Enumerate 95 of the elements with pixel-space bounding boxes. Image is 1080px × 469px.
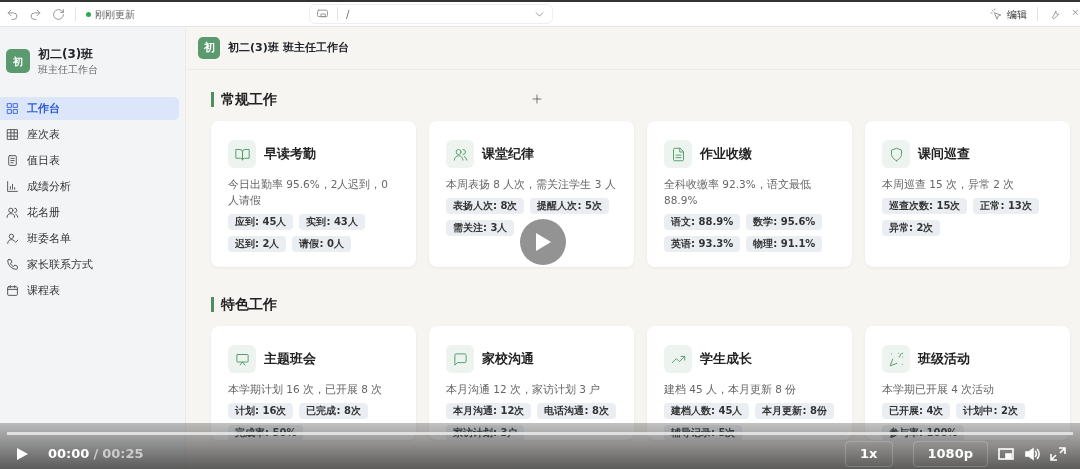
status-dot: [86, 11, 91, 17]
stat-tag: 语文: 88.9%: [664, 214, 741, 230]
volume-icon[interactable]: [1024, 447, 1040, 461]
stat-tag: 已开展: 4次: [882, 403, 951, 419]
sidebar-item[interactable]: 课程表: [0, 279, 179, 303]
quality-button[interactable]: 1080p: [912, 441, 988, 467]
card-summary: 今日出勤率 95.6%，2人迟到，0人请假: [228, 177, 390, 208]
card-title: 课间巡查: [918, 145, 970, 164]
work-card[interactable]: 学生成长 建档 45 人，本月更新 8 份 建档人数: 45人 本月更新: 8份 辅导记录: 5次: [647, 326, 852, 440]
grid-icon: [6, 102, 19, 116]
stat-tag: 物理: 91.1%: [746, 236, 823, 252]
work-card[interactable]: 课堂纪律 本周表扬 8 人次，需关注学生 3 人 表扬人次: 8次 提醒人次: 5次 需关注: 3人: [429, 121, 634, 267]
stat-tag: 实到: 43人: [299, 214, 365, 230]
sidebar-item[interactable]: 成绩分析: [0, 175, 179, 199]
undo-icon[interactable]: [6, 7, 19, 21]
people-icon: [6, 206, 19, 220]
duration: 00:25: [102, 445, 144, 464]
card-icon: [888, 146, 904, 162]
page-title: 初二(3)班 班主任工作台: [228, 39, 349, 56]
phone-icon: [6, 258, 19, 272]
play-icon[interactable]: [14, 447, 30, 461]
play-icon: [534, 232, 552, 252]
clipboard-icon: [6, 154, 19, 168]
stat-tag: 数学: 95.6%: [746, 214, 823, 230]
person-check-icon: [6, 232, 19, 246]
speed-button[interactable]: 1x: [845, 441, 893, 467]
section-title: 常规工作: [211, 92, 1070, 107]
stat-tag: 计划: 16次: [228, 403, 294, 419]
picture-in-picture-icon[interactable]: [998, 447, 1014, 461]
stat-tag: 已完成: 8次: [299, 403, 368, 419]
work-card[interactable]: 家校沟通 本月沟通 12 次，家访计划 3 户 本月沟通: 12次 电话沟通: 8次 家访计划: 3户: [429, 326, 634, 440]
stat-tag: 表扬人次: 8次: [446, 198, 525, 214]
table-icon: [6, 128, 19, 142]
work-card[interactable]: 课间巡查 本周巡查 15 次，异常 2 次 巡查次数: 15次 正常: 13次 异常: 2次: [865, 121, 1070, 267]
crosshair-cursor-icon: [531, 93, 543, 105]
stat-tag: 建档人数: 45人: [664, 403, 750, 419]
card-icon: [234, 351, 250, 367]
status-text: 刚刚更新: [95, 7, 135, 22]
sidebar-item[interactable]: 花名册: [0, 201, 179, 225]
card-icon: [234, 146, 250, 162]
card-summary: 建档 45 人，本月更新 8 份: [664, 382, 798, 397]
card-icon: [452, 146, 468, 162]
card-title: 早读考勤: [264, 145, 316, 164]
stat-tag: 本月更新: 8份: [755, 403, 834, 419]
work-card[interactable]: 作业收缴 全科收缴率 92.3%，语文最低 88.9% 语文: 88.9% 数学: 95.6% 英语: 93.3% 物理: 91.1%: [647, 121, 852, 267]
stat-tag: 正常: 13次: [973, 198, 1039, 214]
work-card[interactable]: 早读考勤 今日出勤率 95.6%，2人迟到，0人请假 应到: 45人 实到: 43人 迟到: 2人 请假: 0人: [211, 121, 416, 267]
card-summary: 本月沟通 12 次，家访计划 3 户: [446, 382, 602, 397]
section-title: 特色工作: [211, 297, 1070, 312]
card-summary: 本学期计划 16 次，已开展 8 次: [228, 382, 384, 397]
stat-tag: 请假: 0人: [292, 236, 351, 252]
sidebar-item[interactable]: 班委名单: [0, 227, 179, 251]
card-title: 主题班会: [264, 350, 316, 369]
time-separator: /: [93, 445, 99, 464]
stat-tag: 巡查次数: 15次: [882, 198, 968, 214]
card-title: 课堂纪律: [482, 145, 534, 164]
card-summary: 全科收缴率 92.3%，语文最低 88.9%: [664, 177, 812, 208]
stat-tag: 计划中: 2次: [956, 403, 1025, 419]
stat-tag: 异常: 2次: [882, 220, 941, 236]
calendar-icon: [6, 284, 19, 298]
class-subtitle: 班主任工作台: [38, 63, 98, 77]
work-card[interactable]: 主题班会 本学期计划 16 次，已开展 8 次 计划: 16次 已完成: 8次 完成率: 50%: [211, 326, 416, 440]
stat-tag: 电话沟通: 8次: [537, 403, 616, 419]
class-badge: 初: [6, 49, 30, 74]
card-icon: [670, 146, 686, 162]
refresh-icon[interactable]: [52, 7, 65, 21]
stat-tag: 本月沟通: 12次: [446, 403, 532, 419]
card-title: 班级活动: [918, 350, 970, 369]
stat-tag: 应到: 45人: [228, 214, 294, 230]
class-badge: 初: [198, 37, 220, 59]
card-summary: 本周巡查 15 次，异常 2 次: [882, 177, 1016, 192]
stat-tag: 英语: 93.3%: [664, 236, 741, 252]
card-summary: 本周表扬 8 人次，需关注学生 3 人: [446, 177, 617, 192]
sidebar-item[interactable]: 工作台: [0, 97, 179, 121]
current-time: 00:00: [48, 445, 90, 464]
stat-tag: 迟到: 2人: [228, 236, 287, 252]
bar-chart-icon: [6, 180, 19, 194]
fullscreen-icon[interactable]: [1050, 447, 1066, 461]
work-card[interactable]: 班级活动 本学期已开展 4 次活动 已开展: 4次 计划中: 2次 参与率: 100%: [865, 326, 1070, 440]
sidebar-item[interactable]: 家长联系方式: [0, 253, 179, 277]
edit-button[interactable]: 编辑: [990, 6, 1027, 22]
card-title: 家校沟通: [482, 350, 534, 369]
card-summary: 本学期已开展 4 次活动: [882, 382, 996, 397]
card-icon: [888, 351, 904, 367]
class-name: 初二(3)班: [38, 46, 95, 63]
card-title: 学生成长: [700, 350, 752, 369]
redo-icon[interactable]: [29, 7, 42, 21]
sidebar-item[interactable]: 值日表: [0, 149, 179, 173]
sidebar-item[interactable]: 座次表: [0, 123, 179, 147]
card-title: 作业收缴: [700, 145, 752, 164]
stat-tag: 需关注: 3人: [446, 220, 515, 236]
stat-tag: 提醒人次: 5次: [530, 198, 609, 214]
address-field[interactable]: /: [309, 4, 553, 24]
cursor-icon: [990, 7, 1003, 21]
card-icon: [452, 351, 468, 367]
